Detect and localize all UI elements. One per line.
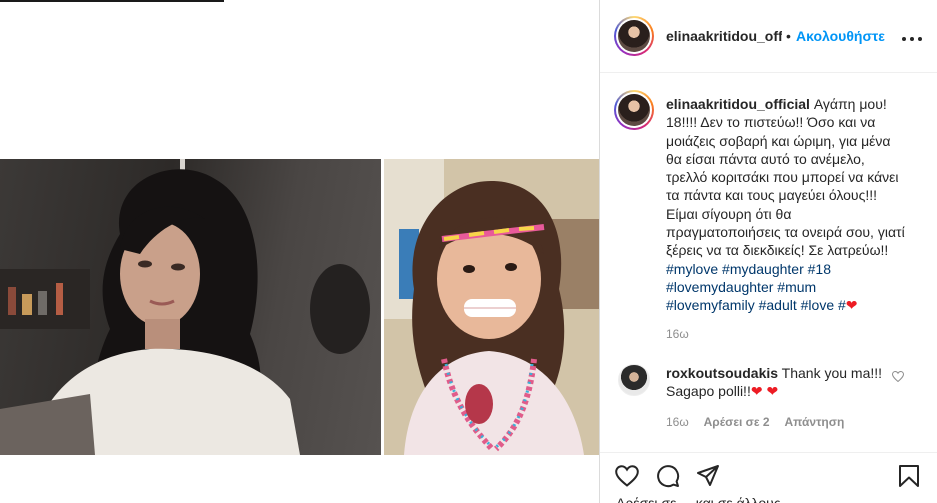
photo-young-woman-illustration bbox=[0, 159, 370, 455]
author-username-link[interactable]: elinaakritidou_offic bbox=[666, 28, 782, 44]
likes-summary[interactable]: Αρέσει σε ... και σε άλλους bbox=[616, 495, 781, 503]
hashtag-link[interactable]: #18 bbox=[808, 261, 831, 277]
hashtag-link[interactable]: #mum bbox=[777, 279, 816, 295]
heart-icon[interactable] bbox=[614, 463, 640, 489]
comments-scroll-area[interactable]: elinaakritidou_official Αγάπη μου! 18!!!… bbox=[600, 73, 937, 463]
share-icon-svg bbox=[697, 465, 719, 486]
comment-reply-button[interactable]: Απάντηση bbox=[785, 415, 845, 429]
author-avatar-inner bbox=[616, 18, 652, 54]
comment-like-heart-svg bbox=[891, 370, 905, 383]
comment-like-icon[interactable] bbox=[891, 370, 905, 385]
hashtag-link[interactable]: #love bbox=[801, 297, 834, 313]
more-options-icon[interactable] bbox=[901, 26, 923, 47]
author-avatar[interactable] bbox=[614, 16, 654, 56]
heart-emoji: ❤ bbox=[845, 297, 858, 314]
photo-young-woman[interactable] bbox=[0, 159, 381, 455]
hashtag-link[interactable]: #adult bbox=[759, 297, 797, 313]
comment-hearts-emoji: ❤ ❤ bbox=[750, 383, 779, 400]
bookmark-icon[interactable] bbox=[896, 463, 922, 489]
share-icon[interactable] bbox=[695, 463, 721, 489]
bookmark-icon-svg bbox=[899, 465, 919, 487]
caption-username-link[interactable]: elinaakritidou_official bbox=[666, 96, 810, 112]
photo-little-girl-illustration bbox=[384, 159, 599, 455]
caption: elinaakritidou_official Αγάπη μου! 18!!!… bbox=[666, 95, 906, 315]
caption-timestamp[interactable]: 16ω bbox=[666, 327, 689, 341]
caption-author-avatar[interactable] bbox=[614, 90, 654, 130]
comment: roxkoutsoudakis Thank you ma!!! Sagapo p… bbox=[666, 364, 886, 401]
more-dots-svg bbox=[902, 37, 922, 41]
photo-little-girl[interactable] bbox=[384, 159, 599, 455]
commenter-username-link[interactable]: roxkoutsoudakis bbox=[666, 365, 778, 381]
header-separator-dot: • bbox=[786, 28, 791, 44]
commenter-avatar[interactable] bbox=[618, 364, 650, 396]
comment-icon[interactable] bbox=[655, 463, 681, 489]
comment-timestamp[interactable]: 16ω bbox=[666, 415, 689, 429]
comment-icon-svg bbox=[657, 465, 680, 488]
post-side-panel: elinaakritidou_offic • Ακολουθήστε elina… bbox=[600, 0, 937, 503]
comment-likes-count[interactable]: Αρέσει σε 2 bbox=[704, 415, 770, 429]
caption-hashtags: #mylove #mydaughter #18 #lovemydaughter … bbox=[666, 261, 846, 314]
caption-author-avatar-inner bbox=[616, 92, 652, 128]
hashtag-link[interactable]: #mydaughter bbox=[722, 261, 804, 277]
caption-author-avatar-image bbox=[618, 94, 650, 126]
post-media-area bbox=[0, 0, 600, 503]
hashtag-link[interactable]: # bbox=[838, 297, 846, 313]
hashtag-link[interactable]: #mylove bbox=[666, 261, 718, 277]
follow-button[interactable]: Ακολουθήστε bbox=[796, 28, 885, 44]
heart-icon-svg bbox=[615, 465, 639, 487]
post-header: elinaakritidou_offic • Ακολουθήστε bbox=[600, 0, 937, 73]
previous-post-edge bbox=[0, 0, 224, 2]
hashtag-link[interactable]: #lovemyfamily bbox=[666, 297, 755, 313]
caption-body: Αγάπη μου! 18!!!! Δεν το πιστεύω!! Όσο κ… bbox=[666, 96, 905, 259]
hashtag-link[interactable]: #lovemydaughter bbox=[666, 279, 773, 295]
author-avatar-image bbox=[618, 20, 650, 52]
comment-meta: 16ω Αρέσει σε 2 Απάντηση bbox=[666, 415, 856, 429]
